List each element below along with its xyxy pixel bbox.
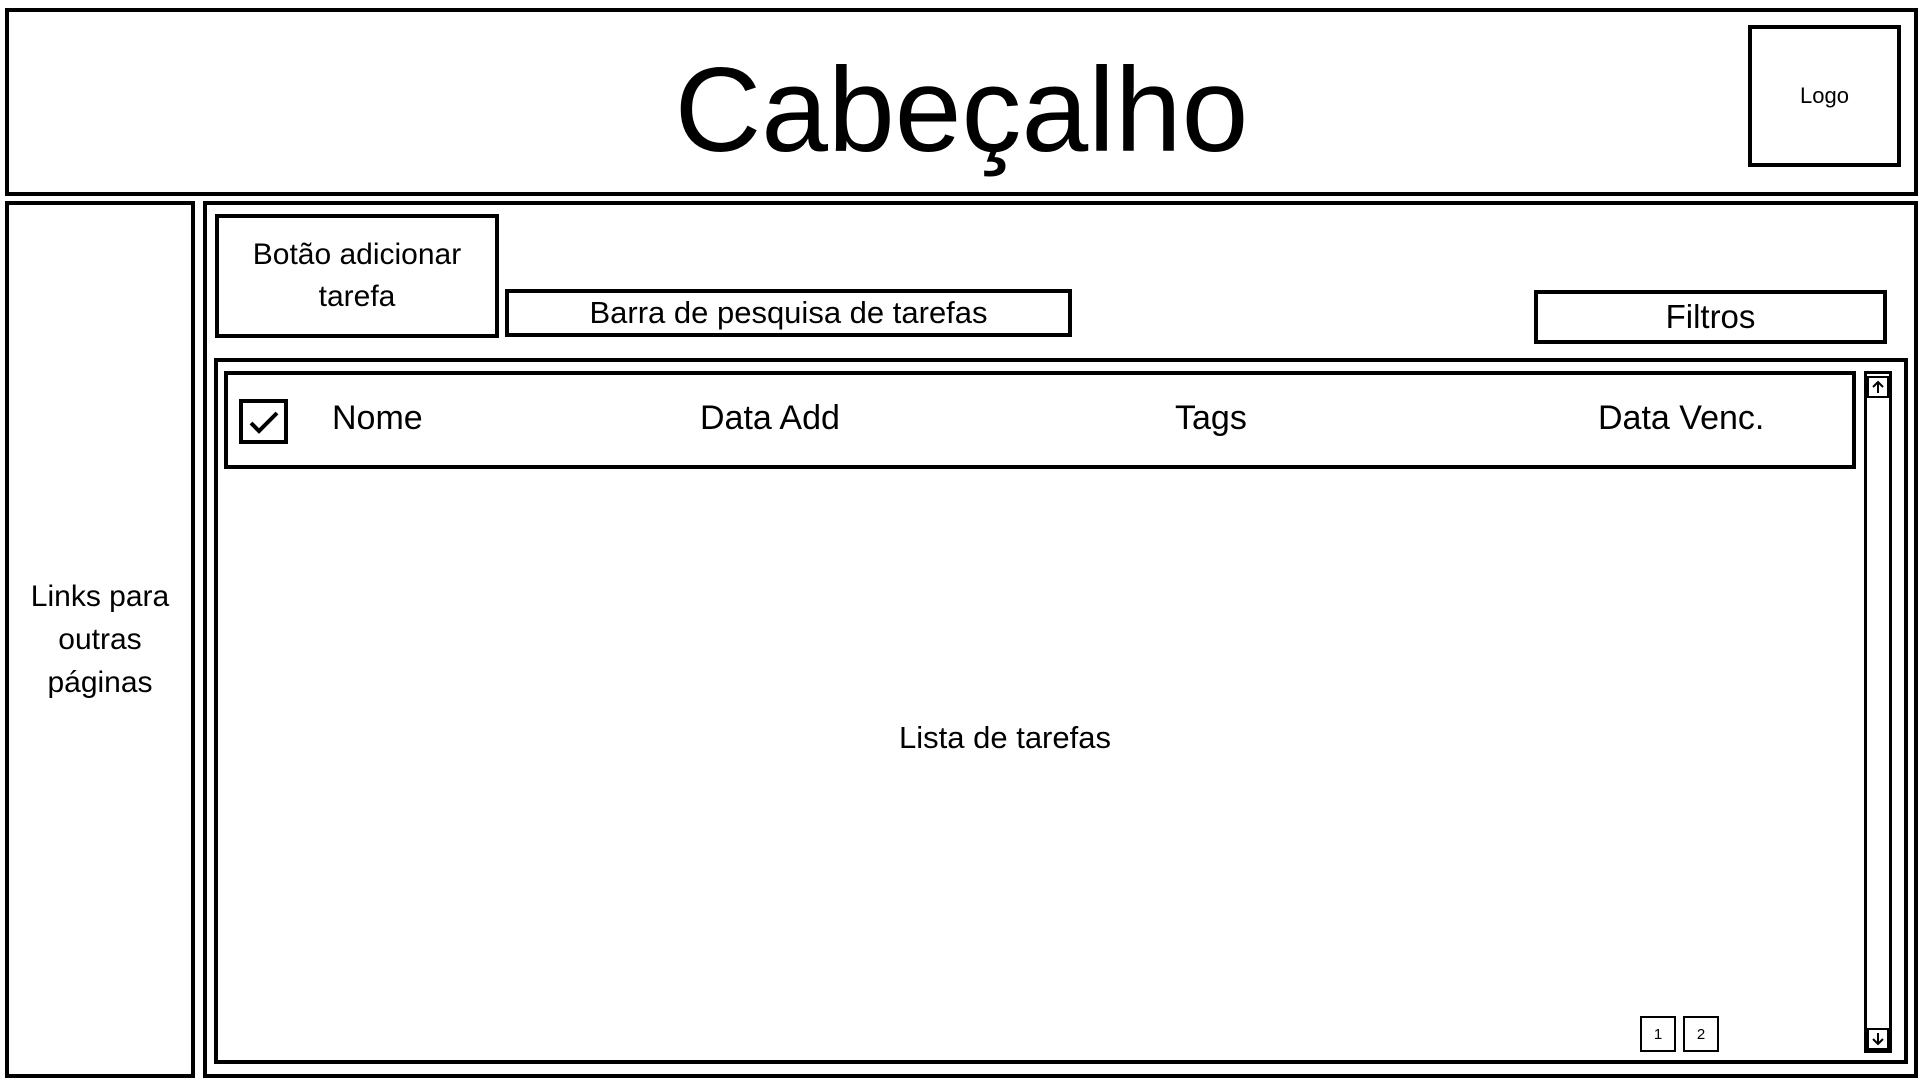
select-all-checkbox[interactable] [239,399,288,444]
header: Cabeçalho [5,8,1918,196]
filters-button[interactable]: Filtros [1534,290,1887,344]
scroll-down-button[interactable] [1867,1028,1889,1050]
column-header-nome[interactable]: Nome [332,396,423,440]
column-header-data-venc[interactable]: Data Venc. [1598,396,1764,440]
column-header-tags[interactable]: Tags [1175,396,1247,440]
arrow-up-icon [1872,380,1884,393]
scrollbar-track[interactable] [1864,371,1892,1053]
scroll-up-button[interactable] [1867,376,1889,398]
header-title: Cabeçalho [674,43,1249,177]
add-task-button[interactable]: Botão adicionar tarefa [215,214,499,338]
sidebar-links[interactable]: Links para outras páginas [5,201,195,1078]
sidebar-links-label: Links para outras páginas [30,580,170,699]
task-list-placeholder: Lista de tarefas [899,720,1111,755]
logo[interactable]: Logo [1748,25,1901,167]
pagination-page-2[interactable]: 2 [1683,1016,1719,1052]
check-icon [249,411,279,434]
column-header-data-add[interactable]: Data Add [700,396,840,440]
task-search-bar[interactable]: Barra de pesquisa de tarefas [505,289,1072,337]
pagination-page-1[interactable]: 1 [1640,1016,1676,1052]
arrow-down-icon [1872,1033,1884,1046]
